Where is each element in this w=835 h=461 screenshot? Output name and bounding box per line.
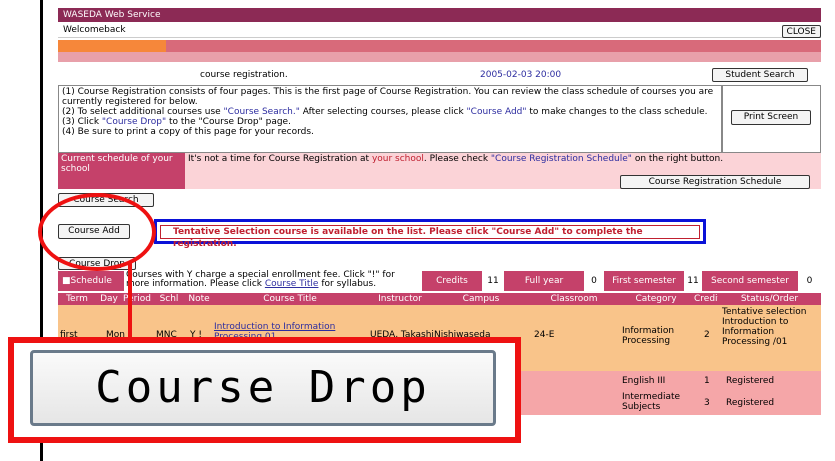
date-label: 2005-02-03 20:00: [480, 70, 562, 80]
legend-note: Courses with Y charge a special enrollme…: [126, 270, 395, 289]
col-header-day: Day: [96, 293, 122, 305]
col-header-term: Term: [58, 293, 96, 305]
row3-category: Intermediate Subjects: [622, 392, 681, 412]
schedule-link[interactable]: "Course Registration Schedule": [491, 154, 632, 164]
col-header-course-title: Course Title: [212, 293, 368, 305]
course-registration-label: course registration.: [200, 70, 288, 80]
current-schedule-label: Current schedule of your school: [58, 153, 185, 189]
col-header-category: Category: [618, 293, 694, 305]
col-header-note: Note: [186, 293, 212, 305]
row2-credit: 1: [704, 376, 710, 386]
sub-bar: [58, 52, 821, 62]
row3-status: Registered: [726, 398, 775, 408]
row2-category: English III: [622, 376, 666, 386]
full-year-value: 0: [584, 271, 604, 291]
active-tab[interactable]: [58, 40, 166, 52]
col-header-classroom: Classroom: [530, 293, 618, 305]
course-add-link[interactable]: "Course Add": [467, 107, 527, 117]
credits-label: Credits: [422, 271, 482, 291]
second-semester-label: Second semester: [702, 271, 798, 291]
schedule-label: ■Schedule: [58, 271, 124, 291]
second-semester-value: 0: [798, 271, 821, 291]
first-semester-label: First semester: [604, 271, 684, 291]
instruction-4: (4) Be sure to print a copy of this page…: [62, 127, 314, 137]
callout-connector: [128, 262, 132, 338]
row2-status: Registered: [726, 376, 775, 386]
app-title: WASEDA Web Service: [58, 8, 821, 22]
course-title-link[interactable]: Course Title: [265, 279, 319, 289]
col-header-schl: Schl: [152, 293, 186, 305]
nav-bar: [166, 40, 821, 52]
print-screen-button[interactable]: Print Screen: [731, 110, 811, 125]
close-button[interactable]: CLOSE: [781, 25, 821, 38]
row3-credit: 3: [704, 398, 710, 408]
instructions-box: (1) Course Registration consists of four…: [58, 85, 722, 153]
row1-credit: 2: [704, 330, 710, 340]
col-header-period: Period: [122, 293, 152, 305]
row1-classroom: 24-E: [534, 330, 555, 340]
row1-status: Tentative selection Introduction to Info…: [722, 307, 807, 347]
first-semester-value: 11: [684, 271, 702, 291]
col-header-status: Status/Order: [718, 293, 821, 305]
course-search-link[interactable]: "Course Search.": [224, 107, 300, 117]
credits-value: 11: [482, 271, 504, 291]
course-registration-schedule-button[interactable]: Course Registration Schedule: [620, 175, 810, 189]
col-header-credit: Credit: [694, 293, 722, 305]
course-drop-link[interactable]: "Course Drop": [102, 117, 166, 127]
student-search-button[interactable]: Student Search: [712, 68, 808, 82]
welcome-text: Welcomeback: [58, 22, 821, 38]
row1-category: Information Processing: [622, 326, 675, 346]
full-year-label: Full year: [504, 271, 584, 291]
instruction-3: (3) Click "Course Drop" to the "Course D…: [62, 117, 291, 127]
col-header-campus: Campus: [432, 293, 530, 305]
instruction-1: (1) Course Registration consists of four…: [62, 87, 714, 107]
callout-circle: [38, 193, 156, 271]
tentative-message: Tentative Selection course is available …: [160, 225, 700, 249]
instruction-2: (2) To select additional courses use "Co…: [62, 107, 708, 117]
col-header-instructor: Instructor: [368, 293, 432, 305]
course-drop-zoomed-button[interactable]: Course Drop: [30, 350, 496, 426]
